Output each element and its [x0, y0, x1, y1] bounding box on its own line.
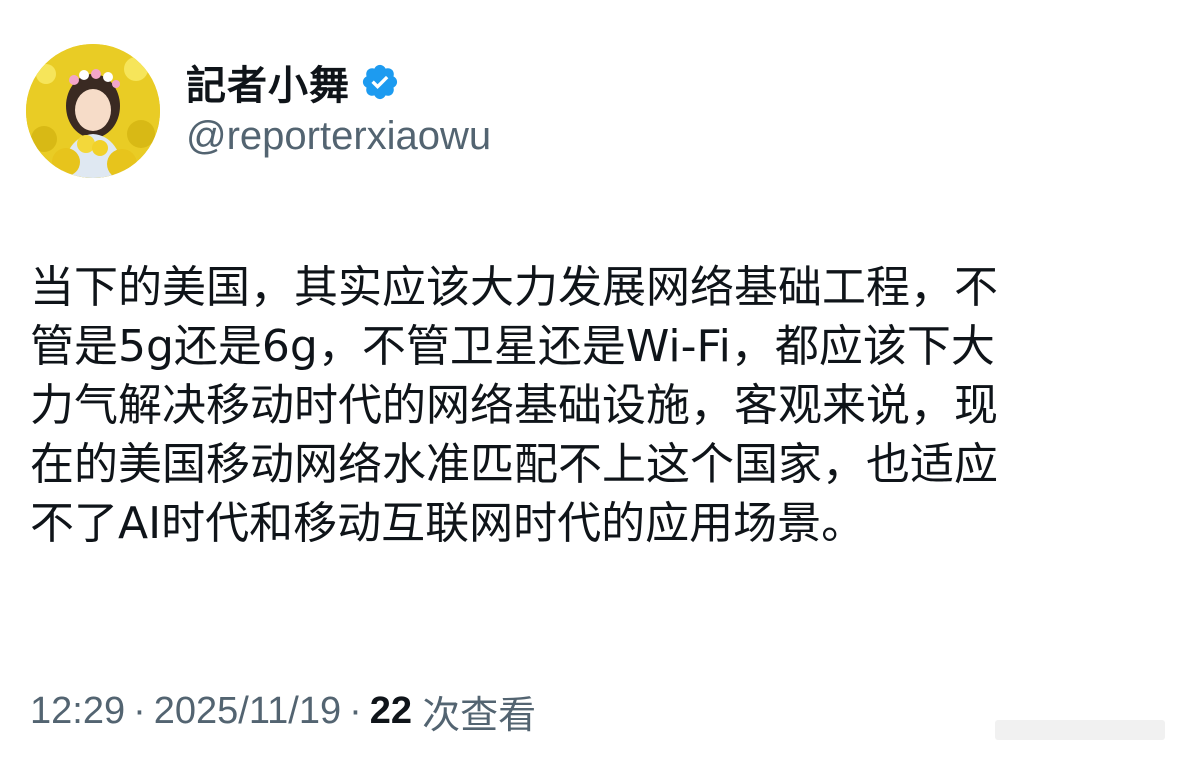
- author-display-name[interactable]: 記者小舞: [186, 53, 350, 111]
- tweet-meta: 12:29 · 2025/11/19 · 22 次查看: [30, 684, 536, 739]
- views-count: 22: [369, 690, 413, 732]
- tweet-text-line: 管是5g还是6g，不管卫星还是Wi-Fi，都应该下大: [30, 321, 995, 372]
- meta-separator: ·: [133, 690, 146, 732]
- author-handle[interactable]: @reporterxiaowu: [186, 114, 491, 159]
- avatar-image: [26, 44, 160, 178]
- author-name-row: 記者小舞: [186, 53, 400, 111]
- meta-separator: ·: [349, 690, 362, 732]
- tweet-time[interactable]: 12:29: [30, 690, 125, 733]
- tweet-text-line: 在的美国移动网络水准匹配不上这个国家，也适应: [30, 439, 998, 490]
- tweet-text-line: 当下的美国，其实应该大力发展网络基础工程，不: [30, 262, 998, 313]
- views-label: 次查看: [422, 693, 537, 737]
- watermark-logo: [995, 716, 1165, 744]
- avatar[interactable]: [26, 44, 160, 178]
- tweet-date[interactable]: 2025/11/19: [154, 690, 341, 733]
- tweet-text: 当下的美国，其实应该大力发展网络基础工程，不 管是5g还是6g，不管卫星还是Wi…: [30, 258, 1160, 553]
- tweet-text-line: 不了AI时代和移动互联网时代的应用场景。: [30, 498, 866, 549]
- verified-badge-icon[interactable]: [360, 62, 400, 102]
- tweet-text-line: 力气解决移动时代的网络基础设施，客观来说，现: [30, 380, 998, 431]
